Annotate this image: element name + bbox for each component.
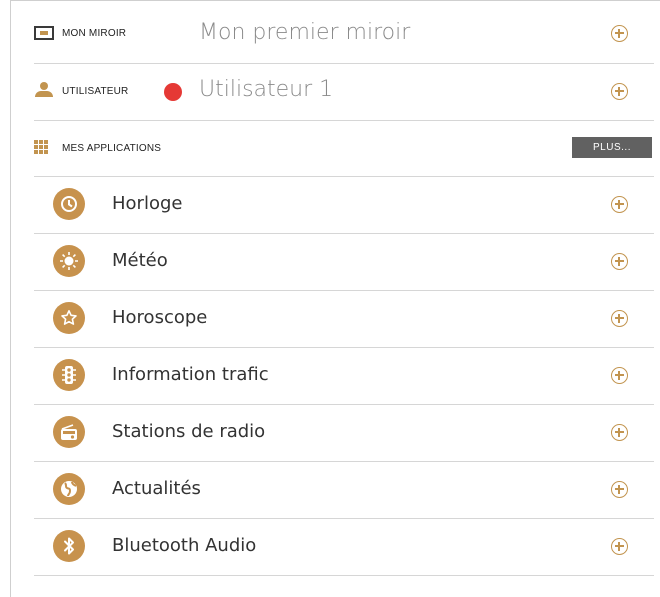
app-row-horloge[interactable]: Horloge xyxy=(34,176,654,234)
user-row[interactable]: UTILISATEUR Utilisateur 1 xyxy=(34,63,654,121)
bluetooth-icon xyxy=(53,530,85,562)
mirror-icon xyxy=(34,26,54,40)
app-row-meteo[interactable]: Météo xyxy=(34,233,654,291)
mirror-row[interactable]: MON MIROIR Mon premier miroir xyxy=(34,0,654,64)
clock-icon xyxy=(53,188,85,220)
apps-grid-icon xyxy=(34,140,48,154)
app-label: Actualités xyxy=(112,478,201,499)
add-app-icon[interactable] xyxy=(611,481,628,498)
mirror-label: MON MIROIR xyxy=(62,28,127,39)
add-app-icon[interactable] xyxy=(611,310,628,327)
app-label: Horoscope xyxy=(112,307,208,328)
app-row-actualites[interactable]: Actualités xyxy=(34,461,654,519)
user-icon xyxy=(35,82,53,98)
add-mirror-icon[interactable] xyxy=(611,25,628,42)
add-app-icon[interactable] xyxy=(611,538,628,555)
apps-label: MES APPLICATIONS xyxy=(62,143,162,154)
user-label: UTILISATEUR xyxy=(62,86,129,97)
mirror-name: Mon premier miroir xyxy=(199,20,411,45)
user-name: Utilisateur 1 xyxy=(199,77,334,102)
add-app-icon[interactable] xyxy=(611,196,628,213)
star-icon xyxy=(53,302,85,334)
add-app-icon[interactable] xyxy=(611,367,628,384)
traffic-light-icon xyxy=(53,359,85,391)
app-label: Information trafic xyxy=(112,364,269,385)
sun-icon xyxy=(53,245,85,277)
radio-icon xyxy=(53,416,85,448)
add-user-icon[interactable] xyxy=(611,83,628,100)
globe-icon xyxy=(53,473,85,505)
apps-header-row: MES APPLICATIONS xyxy=(34,120,654,177)
app-label: Bluetooth Audio xyxy=(112,535,257,556)
app-row-bluetooth[interactable]: Bluetooth Audio xyxy=(34,518,654,576)
app-label: Horloge xyxy=(112,193,183,214)
app-label: Stations de radio xyxy=(112,421,266,442)
user-status-dot xyxy=(164,83,182,101)
app-label: Météo xyxy=(112,250,168,271)
add-app-icon[interactable] xyxy=(611,253,628,270)
app-row-radio[interactable]: Stations de radio xyxy=(34,404,654,462)
more-apps-button[interactable]: PLUS... xyxy=(572,137,652,158)
add-app-icon[interactable] xyxy=(611,424,628,441)
app-row-horoscope[interactable]: Horoscope xyxy=(34,290,654,348)
app-row-trafic[interactable]: Information trafic xyxy=(34,347,654,405)
